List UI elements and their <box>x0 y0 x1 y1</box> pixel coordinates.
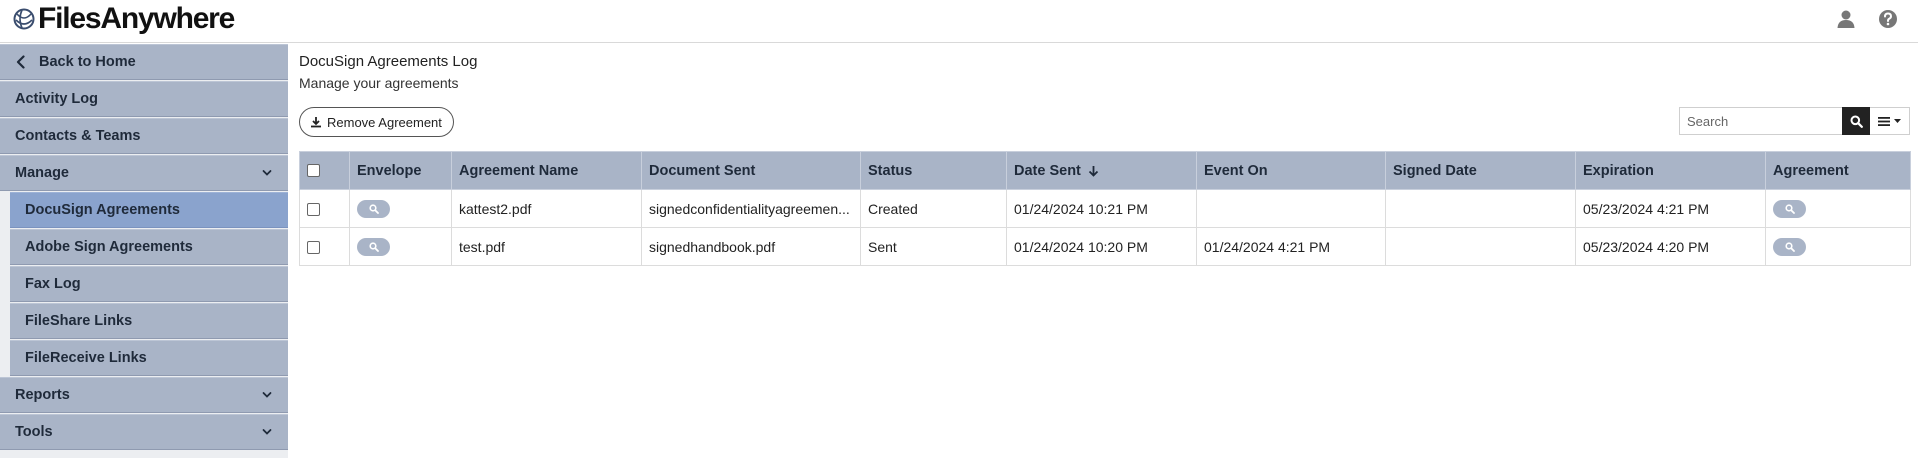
column-header-expiration[interactable]: Expiration <box>1575 151 1766 190</box>
search-button[interactable] <box>1842 107 1870 135</box>
sidebar-item-adobe-sign-agreements[interactable]: Adobe Sign Agreements <box>10 229 288 265</box>
row-checkbox[interactable] <box>307 203 320 217</box>
column-header-signed-date[interactable]: Signed Date <box>1385 151 1576 190</box>
brand-logo[interactable]: FilesAnywhere <box>13 2 235 36</box>
document-sent-cell: signedhandbook.pdf <box>641 227 861 266</box>
sidebar-item-label: Back to Home <box>39 54 136 70</box>
sidebar-item-label: Reports <box>15 387 70 403</box>
sidebar-item-tools[interactable]: Tools <box>0 414 288 450</box>
column-header-date-sent[interactable]: Date Sent <box>1006 151 1197 190</box>
sidebar-item-fax-log[interactable]: Fax Log <box>10 266 288 302</box>
search-box <box>1679 107 1910 135</box>
sort-arrow-down-icon <box>1088 165 1099 177</box>
row-select-cell <box>299 227 350 266</box>
view-envelope-button[interactable] <box>357 237 390 256</box>
column-menu-button[interactable] <box>1870 107 1910 135</box>
magnifier-icon <box>1784 204 1795 214</box>
sidebar-item-reports[interactable]: Reports <box>0 377 288 413</box>
chevron-left-icon <box>16 55 25 69</box>
column-header-envelope[interactable]: Envelope <box>349 151 452 190</box>
row-checkbox[interactable] <box>307 241 320 255</box>
sidebar-item-label: Contacts & Teams <box>15 128 141 144</box>
column-header-agreement[interactable]: Agreement <box>1765 151 1911 190</box>
date-sent-cell: 01/24/2024 10:20 PM <box>1006 227 1197 266</box>
page-title: DocuSign Agreements Log <box>299 53 478 70</box>
search-icon <box>1850 115 1863 128</box>
table-row: test.pdf signedhandbook.pdf Sent 01/24/2… <box>299 227 1911 266</box>
help-icon[interactable] <box>1876 7 1900 31</box>
chevron-down-icon <box>262 392 272 398</box>
sidebar-item-label: FileShare Links <box>25 313 133 329</box>
sidebar-item-docusign-agreements[interactable]: DocuSign Agreements <box>10 192 288 228</box>
event-on-cell: 01/24/2024 4:21 PM <box>1196 227 1386 266</box>
remove-agreement-label: Remove Agreement <box>327 114 442 130</box>
sidebar-item-label: FileReceive Links <box>25 350 147 366</box>
signed-date-cell <box>1385 189 1576 228</box>
globe-logo-icon <box>13 8 35 30</box>
agreement-name-cell: test.pdf <box>451 227 642 266</box>
select-all-checkbox[interactable] <box>307 164 320 178</box>
expiration-cell: 05/23/2024 4:21 PM <box>1575 189 1766 228</box>
document-sent-cell: signedconfidentialityagreemen... <box>641 189 861 228</box>
sidebar-item-contacts-teams[interactable]: Contacts & Teams <box>0 118 288 154</box>
select-all-cell <box>299 151 350 190</box>
sidebar: Back to Home Activity Log Contacts & Tea… <box>0 44 288 458</box>
sidebar-item-manage[interactable]: Manage <box>0 155 288 191</box>
chevron-down-icon <box>262 429 272 435</box>
search-input[interactable] <box>1679 107 1842 135</box>
sidebar-item-filereceive-links[interactable]: FileReceive Links <box>10 340 288 376</box>
column-header-document-sent[interactable]: Document Sent <box>641 151 861 190</box>
date-sent-cell: 01/24/2024 10:21 PM <box>1006 189 1197 228</box>
table-row: kattest2.pdf signedconfidentialityagreem… <box>299 189 1911 228</box>
magnifier-icon <box>1784 242 1795 252</box>
caret-down-icon <box>1894 118 1901 123</box>
envelope-cell <box>349 189 452 228</box>
remove-agreement-button[interactable]: Remove Agreement <box>299 107 454 137</box>
view-envelope-button[interactable] <box>357 199 390 218</box>
download-icon <box>311 117 321 128</box>
sidebar-item-label: Adobe Sign Agreements <box>25 239 193 255</box>
agreements-table: Envelope Agreement Name Document Sent St… <box>299 151 1911 266</box>
status-cell: Sent <box>860 227 1007 266</box>
event-on-cell <box>1196 189 1386 228</box>
signed-date-cell <box>1385 227 1576 266</box>
column-header-status[interactable]: Status <box>860 151 1007 190</box>
brand-name: FilesAnywhere <box>38 2 235 35</box>
sidebar-item-label: Activity Log <box>15 91 98 107</box>
page-subtitle: Manage your agreements <box>299 75 459 91</box>
agreement-cell <box>1765 227 1911 266</box>
magnifier-icon <box>368 204 379 214</box>
view-agreement-button[interactable] <box>1773 199 1806 218</box>
top-bar: FilesAnywhere <box>0 0 1918 43</box>
sidebar-item-back-to-home[interactable]: Back to Home <box>0 44 288 80</box>
view-agreement-button[interactable] <box>1773 237 1806 256</box>
table-header-row: Envelope Agreement Name Document Sent St… <box>299 151 1911 190</box>
sidebar-item-activity-log[interactable]: Activity Log <box>0 81 288 117</box>
chevron-down-icon <box>262 170 272 176</box>
column-header-event-on[interactable]: Event On <box>1196 151 1386 190</box>
sidebar-item-label: Fax Log <box>25 276 81 292</box>
list-icon <box>1878 116 1890 126</box>
sidebar-item-label: Tools <box>15 424 53 440</box>
agreement-cell <box>1765 189 1911 228</box>
status-cell: Created <box>860 189 1007 228</box>
expiration-cell: 05/23/2024 4:20 PM <box>1575 227 1766 266</box>
sidebar-item-label: Manage <box>15 165 69 181</box>
agreement-name-cell: kattest2.pdf <box>451 189 642 228</box>
column-header-label: Date Sent <box>1014 162 1081 179</box>
sidebar-item-label: DocuSign Agreements <box>25 202 180 218</box>
user-icon[interactable] <box>1834 7 1858 31</box>
envelope-cell <box>349 227 452 266</box>
column-header-agreement-name[interactable]: Agreement Name <box>451 151 642 190</box>
magnifier-icon <box>368 242 379 252</box>
row-select-cell <box>299 189 350 228</box>
sidebar-item-fileshare-links[interactable]: FileShare Links <box>10 303 288 339</box>
